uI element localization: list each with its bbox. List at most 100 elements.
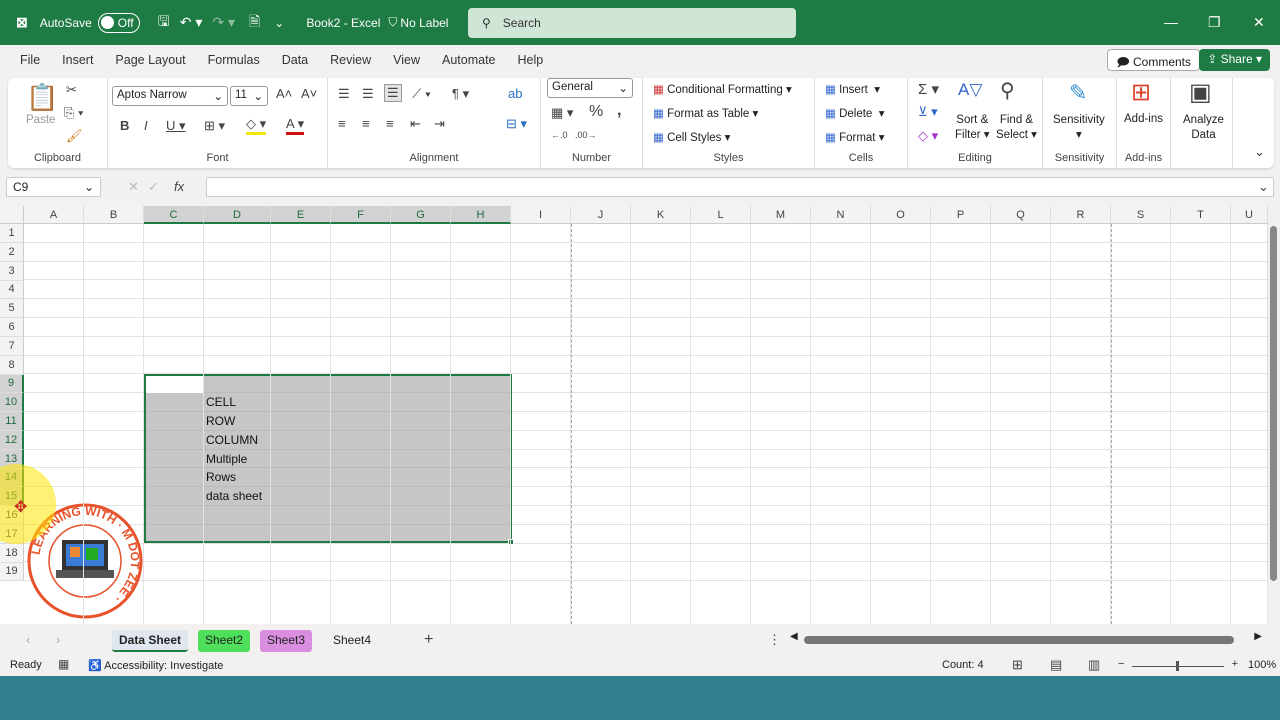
tab-review[interactable]: Review bbox=[330, 53, 371, 67]
fill-handle[interactable] bbox=[508, 539, 514, 545]
format-painter-icon[interactable]: 🖌 bbox=[66, 128, 83, 144]
fill-color-icon[interactable]: ◇ ▾ bbox=[246, 116, 267, 135]
accounting-icon[interactable]: ▦ ▾ bbox=[551, 105, 573, 121]
decrease-decimal-icon[interactable]: .00→ bbox=[575, 130, 597, 140]
borders-icon[interactable]: ⊞ ▾ bbox=[204, 118, 225, 134]
restore-button[interactable]: ❐ bbox=[1208, 14, 1221, 31]
row-header-6[interactable]: 6 bbox=[0, 318, 24, 337]
column-header-S[interactable]: S bbox=[1111, 206, 1171, 224]
decrease-indent-icon[interactable]: ⇤ bbox=[410, 116, 421, 132]
insert-cells-button[interactable]: ▦ Insert ▾ bbox=[825, 82, 880, 96]
vertical-scrollbar[interactable] bbox=[1268, 206, 1280, 624]
column-header-T[interactable]: T bbox=[1171, 206, 1231, 224]
row-header-3[interactable]: 3 bbox=[0, 261, 24, 281]
document-icon[interactable]: 🗎 bbox=[249, 11, 260, 35]
row-header-10[interactable]: 10 bbox=[0, 393, 24, 413]
minimize-button[interactable]: — bbox=[1164, 14, 1178, 30]
zoom-slider[interactable]: − + bbox=[1118, 658, 1238, 672]
align-right-icon[interactable]: ≡ bbox=[386, 116, 394, 131]
undo-icon[interactable]: ↶ ▾ bbox=[180, 14, 203, 31]
increase-decimal-icon[interactable]: ←.0 bbox=[551, 130, 568, 140]
orientation-icon[interactable]: ⟋ ▾ bbox=[412, 86, 431, 102]
search-box[interactable]: ⚲ Search bbox=[468, 8, 796, 38]
row-header-2[interactable]: 2 bbox=[0, 242, 24, 262]
expand-formula-icon[interactable]: ⌄ bbox=[1258, 179, 1269, 195]
accessibility-status[interactable]: ♿ Accessibility: Investigate bbox=[88, 659, 223, 672]
tab-page-layout[interactable]: Page Layout bbox=[115, 53, 185, 67]
next-sheet-icon[interactable]: › bbox=[56, 632, 60, 647]
formula-bar-input[interactable] bbox=[206, 177, 1274, 197]
select-all-button[interactable] bbox=[0, 206, 24, 224]
row-header-5[interactable]: 5 bbox=[0, 299, 24, 319]
row-header-11[interactable]: 11 bbox=[0, 412, 24, 431]
row-header-1[interactable]: 1 bbox=[0, 224, 24, 243]
column-header-M[interactable]: M bbox=[751, 206, 811, 224]
bold-icon[interactable]: B bbox=[120, 118, 129, 133]
cut-icon[interactable]: ✂ bbox=[66, 82, 77, 98]
align-middle-icon[interactable]: ☰ bbox=[362, 86, 374, 102]
column-header-B[interactable]: B bbox=[84, 206, 144, 224]
fill-icon[interactable]: ⊻ ▾ bbox=[918, 104, 938, 120]
row-header-8[interactable]: 8 bbox=[0, 355, 24, 375]
cell-D15[interactable]: data sheet bbox=[206, 489, 262, 503]
collapse-ribbon-icon[interactable]: ⌄ bbox=[1254, 144, 1265, 160]
sort-filter-button[interactable]: Sort & Filter ▾ bbox=[955, 113, 990, 143]
row-header-12[interactable]: 12 bbox=[0, 430, 24, 450]
format-as-table-button[interactable]: ▦ Format as Table ▾ bbox=[653, 106, 758, 120]
cell-D10[interactable]: CELL bbox=[206, 395, 236, 409]
sheet-tab-data-sheet[interactable]: Data Sheet bbox=[112, 630, 189, 652]
cell-D11[interactable]: ROW bbox=[206, 414, 235, 428]
delete-cells-button[interactable]: ▦ Delete ▾ bbox=[825, 106, 885, 120]
customize-qat-icon[interactable]: ⌄ bbox=[274, 16, 284, 30]
save-icon[interactable]: 🖫 bbox=[158, 11, 170, 35]
column-header-N[interactable]: N bbox=[811, 206, 871, 224]
column-header-K[interactable]: K bbox=[631, 206, 691, 224]
column-header-R[interactable]: R bbox=[1051, 206, 1111, 224]
sort-filter-icon[interactable]: A▽ bbox=[958, 80, 982, 100]
underline-icon[interactable]: U ▾ bbox=[166, 118, 186, 134]
autosum-icon[interactable]: Σ ▾ bbox=[918, 80, 939, 98]
addins-button[interactable]: Add-ins bbox=[1124, 113, 1163, 125]
more-options-icon[interactable]: ⋮ bbox=[768, 632, 781, 648]
column-header-L[interactable]: L bbox=[691, 206, 751, 224]
copy-icon[interactable]: ⎘ ▾ bbox=[64, 105, 83, 121]
cell-styles-button[interactable]: ▦ Cell Styles ▾ bbox=[653, 130, 730, 144]
close-button[interactable]: ✕ bbox=[1253, 14, 1265, 31]
sensitivity-button[interactable]: Sensitivity ▾ bbox=[1053, 113, 1105, 143]
sheet-tab-sheet4[interactable]: Sheet4 bbox=[326, 630, 378, 652]
increase-indent-icon[interactable]: ⇥ bbox=[434, 116, 445, 132]
column-header-I[interactable]: I bbox=[511, 206, 571, 224]
percent-icon[interactable]: % bbox=[589, 103, 603, 121]
page-break-view-icon[interactable]: ▥ bbox=[1088, 657, 1100, 673]
font-name-select[interactable]: Aptos Narrow ⌄ bbox=[112, 86, 228, 106]
column-header-G[interactable]: G bbox=[391, 206, 451, 224]
row-header-18[interactable]: 18 bbox=[0, 543, 24, 563]
cell-D12[interactable]: COLUMN bbox=[206, 433, 258, 447]
column-header-P[interactable]: P bbox=[931, 206, 991, 224]
align-bottom-icon[interactable]: ☰ bbox=[384, 84, 402, 102]
tab-automate[interactable]: Automate bbox=[442, 53, 496, 67]
zoom-level[interactable]: 100% bbox=[1248, 659, 1276, 671]
center-icon[interactable]: ≡ bbox=[362, 116, 370, 131]
autosave-toggle[interactable]: Off bbox=[97, 12, 140, 33]
column-header-D[interactable]: D bbox=[204, 206, 271, 224]
find-icon[interactable]: ⚲ bbox=[1000, 78, 1015, 103]
normal-view-icon[interactable]: ⊞ bbox=[1012, 657, 1023, 673]
align-left-icon[interactable]: ≡ bbox=[338, 116, 346, 131]
share-button[interactable]: ⇪ Share ▾ bbox=[1199, 49, 1270, 71]
column-header-A[interactable]: A bbox=[24, 206, 84, 224]
comma-icon[interactable]: , bbox=[617, 102, 621, 120]
clear-icon[interactable]: ◇ ▾ bbox=[918, 128, 938, 144]
prev-sheet-icon[interactable]: ‹ bbox=[26, 632, 30, 647]
analyze-data-icon[interactable]: ▣ bbox=[1189, 78, 1212, 107]
insert-function-button[interactable]: fx bbox=[174, 179, 184, 194]
row-header-7[interactable]: 7 bbox=[0, 336, 24, 356]
italic-icon[interactable]: I bbox=[144, 118, 148, 133]
format-cells-button[interactable]: ▦ Format ▾ bbox=[825, 130, 884, 144]
tab-view[interactable]: View bbox=[393, 53, 420, 67]
find-select-button[interactable]: Find & Select ▾ bbox=[996, 113, 1037, 143]
wrap-text-icon[interactable]: ab bbox=[508, 86, 522, 101]
addins-icon[interactable]: ⊞ bbox=[1131, 78, 1151, 107]
column-header-Q[interactable]: Q bbox=[991, 206, 1051, 224]
merge-center-icon[interactable]: ⊟ ▾ bbox=[506, 116, 527, 132]
